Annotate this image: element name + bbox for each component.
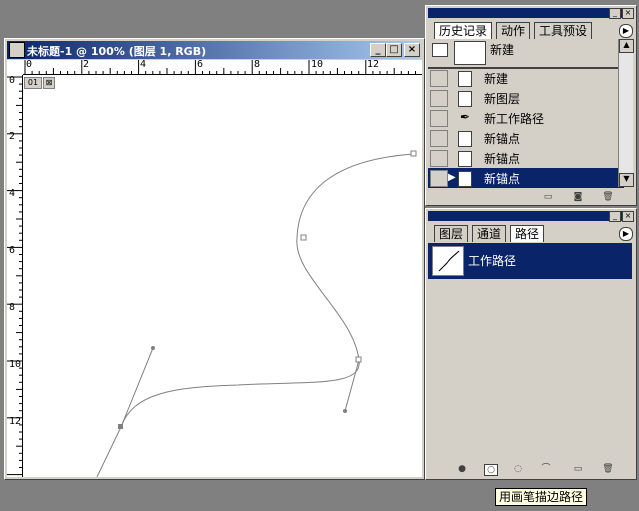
history-item[interactable]: ✒ 新工作路径	[428, 108, 624, 128]
horizontal-ruler[interactable]: 0 2 4 6 8 10 12	[23, 60, 422, 75]
history-item-label: 新工作路径	[484, 112, 545, 126]
new-document-from-state-icon[interactable]: ▭	[542, 192, 554, 202]
fill-path-icon[interactable]: ●	[456, 464, 468, 474]
history-source-checkbox[interactable]	[430, 150, 448, 167]
direction-line	[344, 359, 360, 412]
history-item-label: 新建	[484, 72, 509, 86]
direction-handle	[343, 409, 347, 413]
photoshop-doc-icon	[9, 42, 25, 58]
snapshot-brush-icon	[432, 43, 448, 57]
direction-line	[120, 347, 154, 428]
new-path-icon[interactable]: ▭	[572, 464, 584, 474]
pen-icon: ✒	[460, 110, 471, 124]
history-source-checkbox[interactable]	[430, 170, 448, 187]
history-item-label: 新锚点	[484, 152, 521, 166]
paths-panel: _ × 图层 通道 路径 ▶ 工作路径 ● ○ ◌ ⌒ ▭ 🗑	[425, 208, 637, 480]
history-snapshot[interactable]: 新建	[428, 39, 624, 69]
panel-menu-arrow-icon[interactable]: ▶	[619, 24, 633, 38]
panel-close-button[interactable]: ×	[622, 8, 634, 19]
tab-channels[interactable]: 通道	[472, 225, 507, 242]
maximize-button[interactable]: □	[386, 43, 402, 57]
history-scrollbar[interactable]: ▲ ▼	[618, 39, 634, 187]
ruler-v-label: 2	[9, 131, 16, 142]
history-state-icon	[458, 71, 472, 87]
snapshot-label: 新建	[490, 43, 515, 57]
ruler-v-label: 6	[9, 245, 16, 256]
history-panel: _ × 历史记录 动作 工具预设 ▶ 新建 新建 新图层 ✒ 新工作路径 新锚点…	[425, 5, 637, 206]
ruler-h-label: 2	[83, 60, 90, 70]
load-path-as-selection-icon[interactable]: ◌	[512, 464, 524, 474]
history-source-checkbox[interactable]	[430, 110, 448, 127]
history-state-icon	[458, 151, 472, 167]
work-path[interactable]	[23, 75, 422, 477]
tab-history[interactable]: 历史记录	[434, 22, 493, 39]
anchor-point	[355, 356, 362, 363]
anchor-point	[118, 424, 123, 429]
history-item-label: 新图层	[484, 92, 521, 106]
history-state-icon	[458, 131, 472, 147]
ruler-v-label: 0	[9, 75, 16, 86]
document-window: 未标题-1 @ 100% (图层 1, RGB) _ □ × 0 2 4 6 8…	[4, 38, 425, 480]
tab-tool-presets[interactable]: 工具预设	[534, 22, 593, 39]
ruler-h-label: 0	[26, 60, 33, 70]
ruler-corner[interactable]	[7, 60, 24, 76]
paths-panel-titlebar[interactable]	[428, 211, 634, 221]
snapshot-thumbnail	[454, 41, 486, 65]
history-source-checkbox[interactable]	[430, 70, 448, 87]
document-title-bar[interactable]: 未标题-1 @ 100% (图层 1, RGB) _ □ ×	[7, 41, 420, 59]
history-item-label: 新锚点	[484, 132, 521, 146]
tab-actions[interactable]: 动作	[496, 22, 531, 39]
vertical-ruler[interactable]: 0 2 4 6 8 10 12	[7, 75, 23, 477]
history-item[interactable]: 新锚点	[428, 128, 624, 148]
close-button[interactable]: ×	[404, 43, 420, 57]
history-state-pointer-icon: ▶	[448, 172, 456, 183]
stroke-path-icon[interactable]: ○	[484, 464, 498, 476]
history-state-icon	[458, 171, 472, 187]
ruler-h-label: 4	[140, 60, 147, 70]
tooltip: 用画笔描边路径	[495, 488, 587, 506]
history-item-label: 新锚点	[484, 172, 521, 186]
history-state-icon	[458, 91, 472, 107]
tab-paths[interactable]: 路径	[510, 225, 545, 242]
history-item[interactable]: 新图层	[428, 88, 624, 108]
trash-icon[interactable]: 🗑	[602, 192, 614, 202]
scroll-up-arrow-icon[interactable]: ▲	[619, 39, 634, 53]
panel-minimize-button[interactable]: _	[609, 211, 621, 222]
scroll-down-arrow-icon[interactable]: ▼	[619, 173, 634, 187]
anchor-point	[410, 150, 417, 157]
path-thumbnail	[432, 246, 464, 276]
ruler-h-label: 6	[197, 60, 204, 70]
ruler-v-label: 12	[9, 416, 22, 427]
tab-layers[interactable]: 图层	[434, 225, 469, 242]
ruler-h-label: 12	[367, 60, 380, 70]
ruler-v-label: 4	[9, 188, 16, 199]
canvas[interactable]: 01 ⊠	[23, 75, 422, 477]
history-source-checkbox[interactable]	[430, 90, 448, 107]
new-snapshot-icon[interactable]: ◙	[572, 192, 584, 202]
panel-close-button[interactable]: ×	[622, 211, 634, 222]
history-item-selected[interactable]: ▶ 新锚点	[428, 168, 624, 188]
ruler-v-label: 10	[9, 359, 22, 370]
history-item[interactable]: 新锚点	[428, 148, 624, 168]
direction-handle	[151, 346, 155, 350]
panel-menu-arrow-icon[interactable]: ▶	[619, 227, 633, 241]
document-title: 未标题-1 @ 100% (图层 1, RGB)	[27, 45, 207, 58]
ruler-h-label: 8	[254, 60, 261, 70]
make-work-path-icon[interactable]: ⌒	[540, 464, 552, 474]
minimize-button[interactable]: _	[370, 43, 386, 57]
ruler-h-label: 10	[311, 60, 324, 70]
delete-path-icon[interactable]: 🗑	[602, 464, 614, 474]
anchor-point	[300, 234, 307, 241]
history-panel-titlebar[interactable]	[428, 8, 634, 18]
path-item-label: 工作路径	[468, 254, 517, 268]
path-item-selected[interactable]: 工作路径	[428, 243, 632, 279]
history-item[interactable]: 新建	[428, 68, 624, 88]
ruler-v-label: 8	[9, 302, 16, 313]
panel-minimize-button[interactable]: _	[609, 8, 621, 19]
path-curve	[96, 153, 415, 477]
history-source-checkbox[interactable]	[430, 130, 448, 147]
